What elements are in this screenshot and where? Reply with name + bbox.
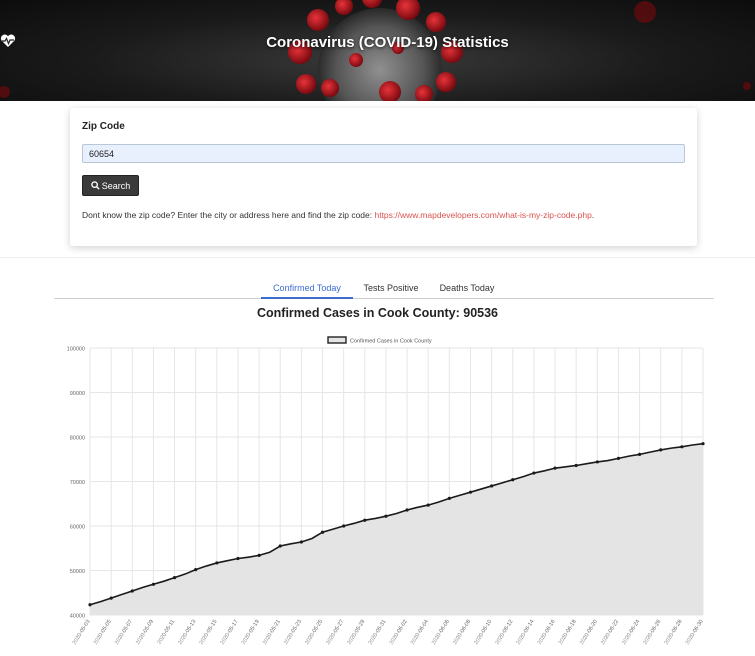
x-tick-label: 2020-06-24 [621,619,641,646]
x-tick-label: 2020-05-13 [177,619,197,646]
x-tick-label: 2020-06-12 [494,619,514,646]
x-tick-label: 2020-06-14 [516,619,536,646]
help-text-suffix: . [591,210,595,220]
y-tick-label: 50000 [70,569,85,575]
data-point [342,524,346,528]
data-point [299,540,303,544]
x-tick-label: 2020-05-31 [368,619,388,646]
data-point [405,508,409,512]
data-point [363,518,367,522]
y-tick-label: 40000 [70,614,85,620]
legend-swatch [327,336,347,344]
page-title: Coronavirus (COVID-19) Statistics [0,34,755,51]
data-point [574,463,578,468]
data-point [109,596,113,600]
x-tick-label: 2020-06-20 [579,619,599,646]
x-tick-label: 2020-05-29 [346,619,366,646]
search-button-label: Search [101,180,131,191]
data-point [680,445,684,449]
y-tick-label: 60000 [70,525,85,531]
chart-title: Confirmed Cases in Cook County: 90536 [256,306,499,320]
x-tick-label: 2020-06-10 [473,619,493,646]
x-tick-label: 2020-06-08 [452,619,472,646]
section-divider [0,257,755,258]
x-tick-label: 2020-05-27 [325,619,345,646]
data-point [595,460,599,464]
x-tick-label: 2020-05-03 [72,619,92,646]
data-point [616,456,621,460]
x-tick-label: 2020-06-26 [642,619,662,646]
cases-line-chart: 40000 50000 60000 70000 80000 90000 100000 2020… [67,336,705,646]
data-point [490,484,494,488]
data-point [447,496,451,501]
tab-deaths-today[interactable]: Deaths Today [429,279,505,297]
y-tick-label: 100000 [67,347,85,353]
data-point [172,576,177,580]
data-point [384,514,388,518]
x-tick-label: 2020-05-23 [283,619,303,646]
tab-confirmed-today[interactable]: Confirmed Today [261,279,353,299]
y-tick-label: 90000 [70,391,85,397]
x-tick-label: 2020-06-22 [600,619,620,646]
x-tick-label: 2020-05-25 [304,619,324,646]
data-point [130,589,134,593]
data-point [320,530,325,534]
heartbeat-icon [0,34,262,50]
x-tick-label: 2020-05-09 [135,619,155,646]
data-point [701,442,705,446]
series-area [90,443,703,615]
x-tick-label: 2020-06-04 [410,619,430,646]
y-tick-label: 80000 [70,436,85,442]
data-point [553,466,557,470]
data-point [637,452,642,456]
data-point [659,448,663,452]
x-tick-label: 2020-05-07 [114,619,134,646]
hero-banner: Coronavirus (COVID-19) Statistics [0,0,755,101]
x-tick-label: 2020-06-28 [664,619,684,646]
x-tick-label: 2020-05-11 [156,619,176,646]
x-tick-label: 2020-06-02 [389,619,409,646]
y-tick-label: 70000 [70,480,85,486]
data-point [468,490,473,494]
x-tick-label: 2020-05-17 [220,619,240,646]
data-point [257,553,261,557]
data-point [194,568,198,572]
x-tick-label: 2020-06-16 [537,619,557,646]
x-tick-label: 2020-05-21 [262,619,282,646]
search-icon [90,181,100,190]
search-button[interactable]: Search [82,175,139,196]
data-point [426,503,430,507]
zip-code-input[interactable] [82,144,685,163]
zip-lookup-link[interactable]: https://www.mapdevelopers.com/what-is-my… [374,210,591,220]
page-title-text: Coronavirus (COVID-19) Statistics [266,34,509,51]
tab-tests-positive[interactable]: Tests Positive [353,279,429,297]
x-tick-label: 2020-05-05 [93,619,113,646]
x-tick-label: 2020-05-19 [241,619,261,646]
help-text-prefix: Dont know the zip code? Enter the city o… [82,210,375,220]
zip-code-label: Zip Code [82,121,125,132]
data-point [532,471,536,475]
data-point [215,561,219,565]
x-tick-label: 2020-05-15 [199,619,219,646]
legend-label: Confirmed Cases in Cook County [350,339,432,345]
x-tick-label: 2020-06-18 [558,619,578,646]
data-point [278,544,282,548]
zip-search-card: Zip Code Search Dont know the zip code? … [70,108,697,246]
data-point [236,556,240,561]
zip-help-text: Dont know the zip code? Enter the city o… [82,209,682,221]
data-point [511,478,515,482]
data-point [88,603,92,607]
x-tick-label: 2020-06-06 [431,619,451,646]
stats-tabs: Confirmed Today Tests Positive Deaths To… [54,279,714,299]
data-point [151,582,156,586]
x-tick-label: 2020-06-30 [685,619,705,646]
